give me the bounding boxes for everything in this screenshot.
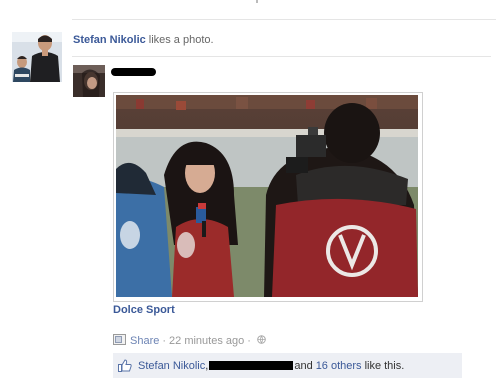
likes-suffix: like this.	[364, 359, 405, 372]
photo-caption-link[interactable]: Dolce Sport	[113, 304, 175, 316]
likes-conjunction: and	[294, 359, 313, 372]
actor-name-link[interactable]: Stefan Nikolic	[73, 34, 146, 46]
avatar-image	[12, 32, 62, 82]
share-icon	[113, 334, 127, 348]
avatar[interactable]	[12, 32, 62, 82]
poster-avatar[interactable]	[73, 65, 105, 97]
share-button[interactable]: Share	[130, 335, 159, 347]
story-verb: likes a photo.	[148, 34, 214, 46]
others-link[interactable]: 16 others	[316, 360, 362, 372]
photo	[116, 95, 418, 297]
redacted-poster-name	[111, 68, 156, 76]
top-edge-mark	[256, 0, 258, 3]
separator: ·	[162, 335, 167, 347]
thumbs-up-icon	[118, 359, 132, 372]
divider	[72, 19, 496, 20]
likes-bar: Stefan Nikolic , and 16 others like this…	[113, 353, 462, 378]
action-row: Share · 22 minutes ago ·	[113, 334, 266, 348]
divider	[72, 56, 491, 57]
likes-comma: ,	[205, 359, 209, 372]
redacted-liker-names	[209, 361, 294, 370]
poster-avatar-image	[73, 65, 105, 97]
globe-icon[interactable]	[257, 335, 266, 347]
photo-frame[interactable]	[113, 92, 423, 302]
separator: ·	[247, 335, 251, 347]
timestamp-link[interactable]: 22 minutes ago	[169, 335, 244, 347]
liker-name-link[interactable]: Stefan Nikolic	[138, 360, 205, 372]
story-headline: Stefan Nikolic likes a photo.	[73, 34, 214, 46]
